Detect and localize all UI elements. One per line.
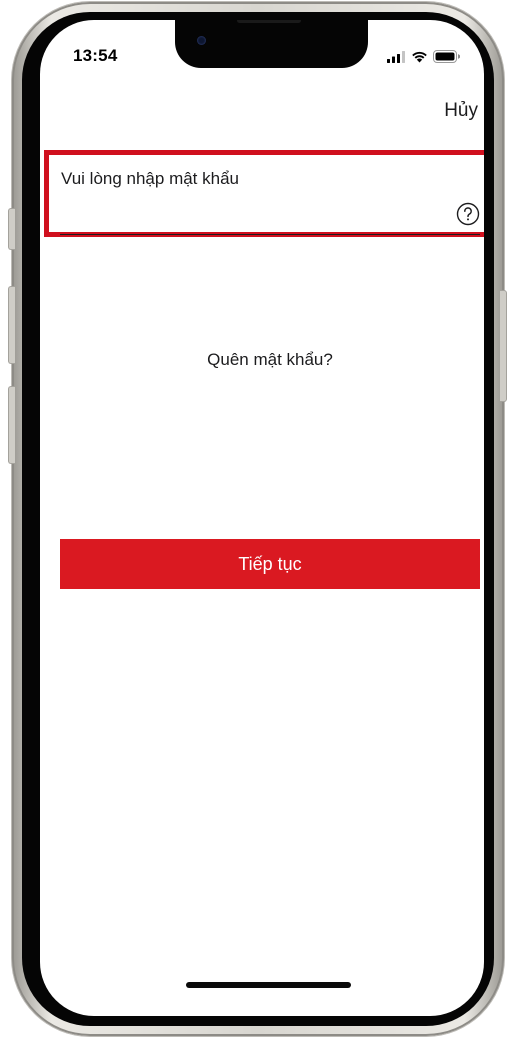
password-field-label: Vui lòng nhập mật khẩu: [61, 169, 239, 188]
status-icons: [387, 50, 460, 63]
status-time: 13:54: [73, 46, 118, 65]
speaker-grille: [237, 20, 301, 23]
cancel-button[interactable]: Hủy: [444, 100, 478, 122]
battery-icon: [433, 50, 460, 63]
volume-down-button: [8, 386, 15, 464]
forgot-password-link[interactable]: Quên mật khẩu?: [40, 350, 484, 370]
question-circle-icon[interactable]: [456, 202, 480, 226]
notch: [175, 20, 368, 68]
home-indicator[interactable]: [186, 982, 351, 988]
mute-switch: [8, 208, 15, 250]
wifi-icon: [412, 51, 427, 62]
cellular-signal-icon: [387, 50, 405, 63]
phone-screen: 13:54 Hủy Vui lòng nhập mật khẩu Quên mậ…: [40, 20, 484, 1016]
password-field-underline: [60, 234, 480, 235]
continue-button[interactable]: Tiếp tục: [60, 539, 480, 589]
front-camera: [197, 36, 206, 45]
power-button: [500, 290, 507, 402]
password-input[interactable]: [60, 196, 448, 232]
volume-up-button: [8, 286, 15, 364]
device-mockup: 13:54 Hủy Vui lòng nhập mật khẩu Quên mậ…: [0, 0, 513, 1040]
